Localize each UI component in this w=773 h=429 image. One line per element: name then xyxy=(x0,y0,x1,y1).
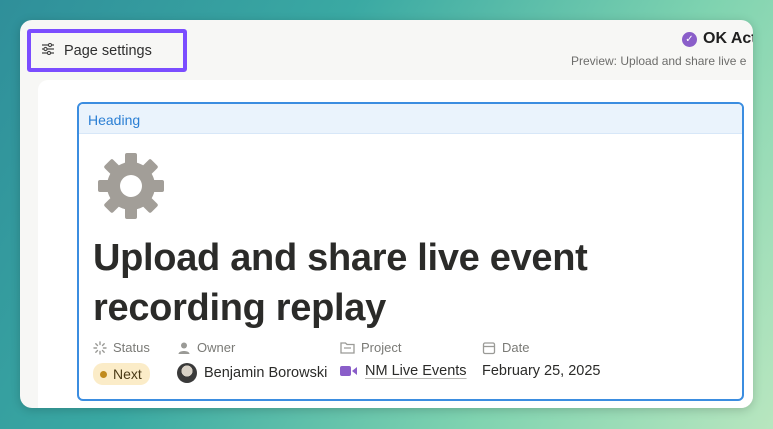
project-property-value[interactable]: NM Live Events xyxy=(340,363,467,379)
person-icon xyxy=(178,342,190,354)
page-settings-label: Page settings xyxy=(64,42,152,59)
sliders-icon xyxy=(41,42,55,59)
gear-icon[interactable] xyxy=(97,152,165,225)
project-property-label: Project xyxy=(340,340,401,355)
video-camera-icon xyxy=(340,366,357,376)
status-title-text: OK Act xyxy=(703,30,753,47)
calendar-icon xyxy=(482,341,496,354)
owner-property-label: Owner xyxy=(177,340,235,355)
loading-icon xyxy=(93,340,107,355)
avatar xyxy=(177,363,197,383)
date-property-value[interactable]: February 25, 2025 xyxy=(482,363,601,379)
date-label-text: Date xyxy=(502,340,530,355)
preview-text: Preview: Upload and share live e xyxy=(571,54,747,68)
project-label-text: Project xyxy=(361,340,402,355)
heading-block-card[interactable]: Heading Upload and share live event reco… xyxy=(77,102,744,401)
page-settings-button[interactable]: Page settings xyxy=(27,29,187,72)
status-property-value[interactable]: Next xyxy=(93,363,150,385)
status-dot xyxy=(100,370,107,378)
date-value-text: February 25, 2025 xyxy=(482,363,601,379)
block-type-label: Heading xyxy=(79,104,742,134)
status-property-label: Status xyxy=(93,340,150,355)
page-title[interactable]: Upload and share live event recording re… xyxy=(93,233,713,333)
date-property-label: Date xyxy=(482,340,529,355)
status-value-text: Next xyxy=(113,366,142,382)
owner-label-text: Owner xyxy=(197,340,236,355)
owner-property-value[interactable]: Benjamin Borowski xyxy=(177,363,327,383)
status-label-text: Status xyxy=(113,340,150,355)
app-window: Page settings ✓ OK Act Preview: Upload a… xyxy=(20,20,753,408)
project-link[interactable]: NM Live Events xyxy=(365,363,467,379)
owner-value-text: Benjamin Borowski xyxy=(204,365,328,381)
status-badge[interactable]: Next xyxy=(93,363,150,385)
status-title: ✓ OK Act xyxy=(682,30,753,48)
folder-icon xyxy=(340,342,355,354)
check-circle-icon: ✓ xyxy=(682,31,697,47)
